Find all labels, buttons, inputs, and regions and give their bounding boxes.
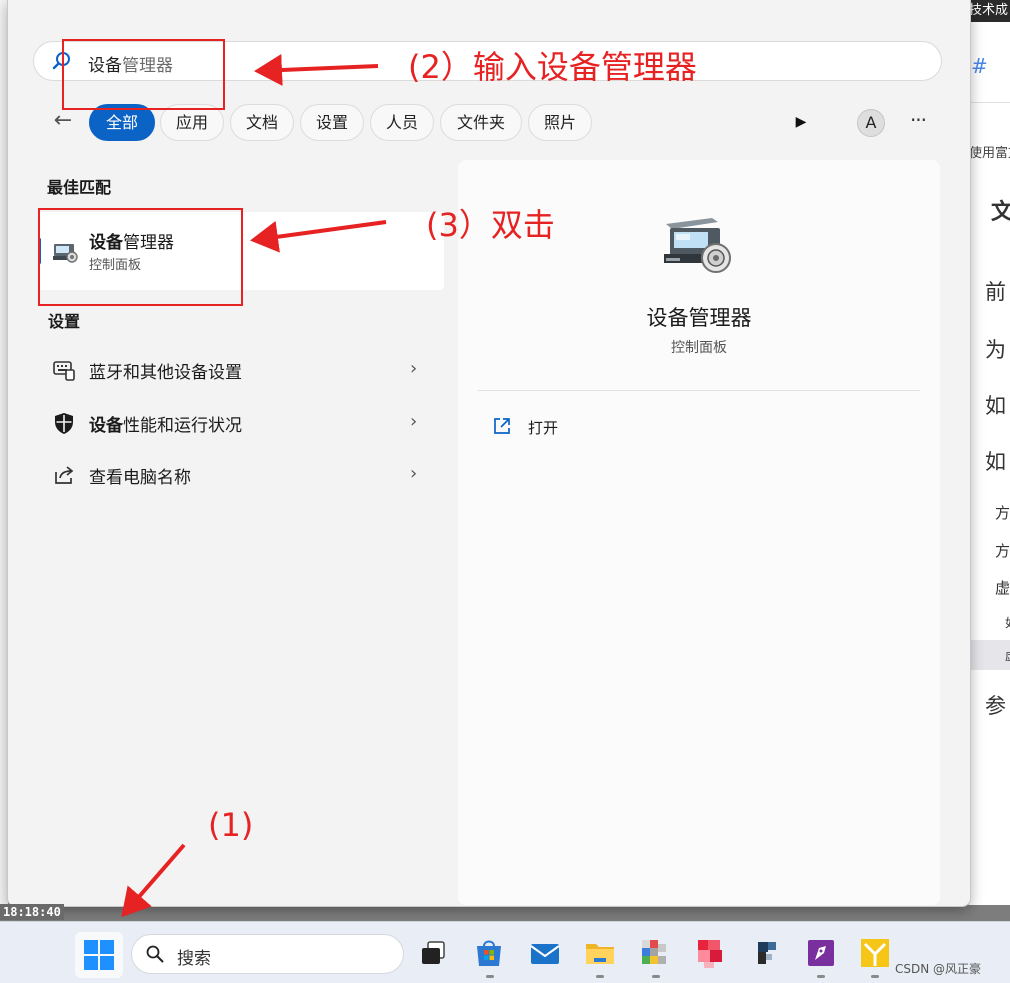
open-action[interactable]: 打开 <box>478 410 678 444</box>
background-tab-title: 技术成 <box>969 0 1010 22</box>
running-indicator <box>871 975 879 978</box>
setting-view-pc-name[interactable]: 查看电脑名称 › <box>38 451 444 497</box>
background-hash-link[interactable]: # <box>971 54 988 78</box>
open-label: 打开 <box>528 419 559 437</box>
task-view-icon[interactable] <box>418 936 452 970</box>
annotation-box-search <box>62 39 225 110</box>
shield-icon <box>55 413 73 434</box>
filter-chip-documents[interactable]: 文档 <box>230 104 294 141</box>
running-indicator <box>652 975 660 978</box>
setting-label-rest: 蓝牙和其他设备设置 <box>89 363 242 383</box>
pixelated-app-icon[interactable] <box>638 936 672 970</box>
background-toc-item[interactable]: 如 <box>985 446 1006 476</box>
background-toc-item[interactable]: 如 <box>1005 614 1010 631</box>
setting-label-rest: 性能和运行状况 <box>123 416 242 436</box>
pixelated-dark-app-icon[interactable] <box>750 936 784 970</box>
microsoft-store-icon[interactable] <box>472 936 506 970</box>
more-options-icon[interactable]: ··· <box>906 107 930 137</box>
setting-label: 查看电脑名称 <box>89 463 191 488</box>
share-icon <box>55 466 74 484</box>
chevron-right-icon: › <box>410 358 418 379</box>
back-arrow-icon[interactable]: ← <box>48 106 78 136</box>
setting-label: 设备性能和运行状况 <box>89 411 242 436</box>
filter-chip-folders[interactable]: 文件夹 <box>440 104 522 141</box>
filter-chip-people[interactable]: 人员 <box>370 104 434 141</box>
background-toc-item[interactable]: 如 <box>985 390 1006 420</box>
device-manager-large-icon <box>664 218 731 273</box>
preview-pane: 设备管理器 控制面板 打开 <box>458 160 940 905</box>
start-button[interactable] <box>75 932 123 978</box>
running-indicator <box>596 975 604 978</box>
pixelated-red-app-icon[interactable] <box>694 936 728 970</box>
background-toc-item[interactable]: 为 <box>985 334 1006 364</box>
annotation-step-1: (1) <box>208 806 254 844</box>
preview-title: 设备管理器 <box>646 306 752 330</box>
start-search-panel: 设备管理器 ← 全部 应用 文档 设置 人员 文件夹 照片 ▶ A ··· 最佳… <box>8 0 970 906</box>
background-toc-item[interactable]: 前 <box>985 276 1006 306</box>
background-toc-item[interactable]: 虚 <box>1005 647 1010 664</box>
windows-logo-icon <box>84 940 114 970</box>
file-explorer-icon[interactable] <box>583 936 617 970</box>
more-filters-play-icon[interactable]: ▶ <box>791 109 811 135</box>
chevron-right-icon: › <box>410 463 418 484</box>
account-avatar[interactable]: A <box>857 109 885 137</box>
background-toc-item[interactable]: 方 <box>995 540 1010 561</box>
setting-device-performance-health[interactable]: 设备性能和运行状况 › <box>38 399 444 445</box>
setting-label: 蓝牙和其他设备设置 <box>89 358 242 383</box>
filter-chip-settings[interactable]: 设置 <box>300 104 364 141</box>
background-toc-item[interactable]: 参 <box>985 690 1006 720</box>
preview-divider <box>478 390 920 391</box>
setting-label-rest: 查看电脑名称 <box>89 468 191 488</box>
background-toc-heading: 文 <box>991 200 1010 225</box>
annotation-step-3: (3）双击 <box>426 206 555 244</box>
onenote-pen-icon[interactable] <box>804 936 838 970</box>
taskbar: 搜索 CSDN @风正豪 <box>0 921 1010 983</box>
taskbar-search-box[interactable]: 搜索 <box>131 934 404 974</box>
preview-subtitle: 控制面板 <box>671 340 727 356</box>
running-indicator <box>486 975 494 978</box>
background-hint-text: 使用富文 <box>969 146 1010 161</box>
best-match-heading: 最佳匹配 <box>47 178 112 197</box>
open-external-icon <box>494 418 510 434</box>
search-icon <box>146 945 164 963</box>
filter-chip-photos[interactable]: 照片 <box>528 104 592 141</box>
background-divider <box>969 102 1010 103</box>
background-toc-item[interactable]: 方 <box>995 502 1010 523</box>
annotation-step-2: (2）输入设备管理器 <box>408 48 697 86</box>
overlay-clock: 18:18:40 <box>0 904 64 920</box>
taskbar-search-placeholder: 搜索 <box>177 949 211 969</box>
chevron-right-icon: › <box>410 411 418 432</box>
running-indicator <box>817 975 825 978</box>
settings-heading: 设置 <box>48 312 81 331</box>
keyboard-device-icon <box>53 361 75 381</box>
setting-bluetooth-devices[interactable]: 蓝牙和其他设备设置 › <box>38 346 444 392</box>
background-browser-page: 技术成 # 使用富文 文 前 为 如 如 方 方 虚 如 虚 参 <box>968 0 1010 905</box>
background-toc-item[interactable]: 虚 <box>995 577 1010 598</box>
mail-icon[interactable] <box>528 936 562 970</box>
background-window-left-edge <box>0 0 8 905</box>
csdn-watermark: CSDN @风正豪 <box>895 962 982 976</box>
yellow-app-icon[interactable] <box>858 936 892 970</box>
setting-label-bold: 设备 <box>89 416 123 436</box>
annotation-box-best-match <box>38 208 243 306</box>
